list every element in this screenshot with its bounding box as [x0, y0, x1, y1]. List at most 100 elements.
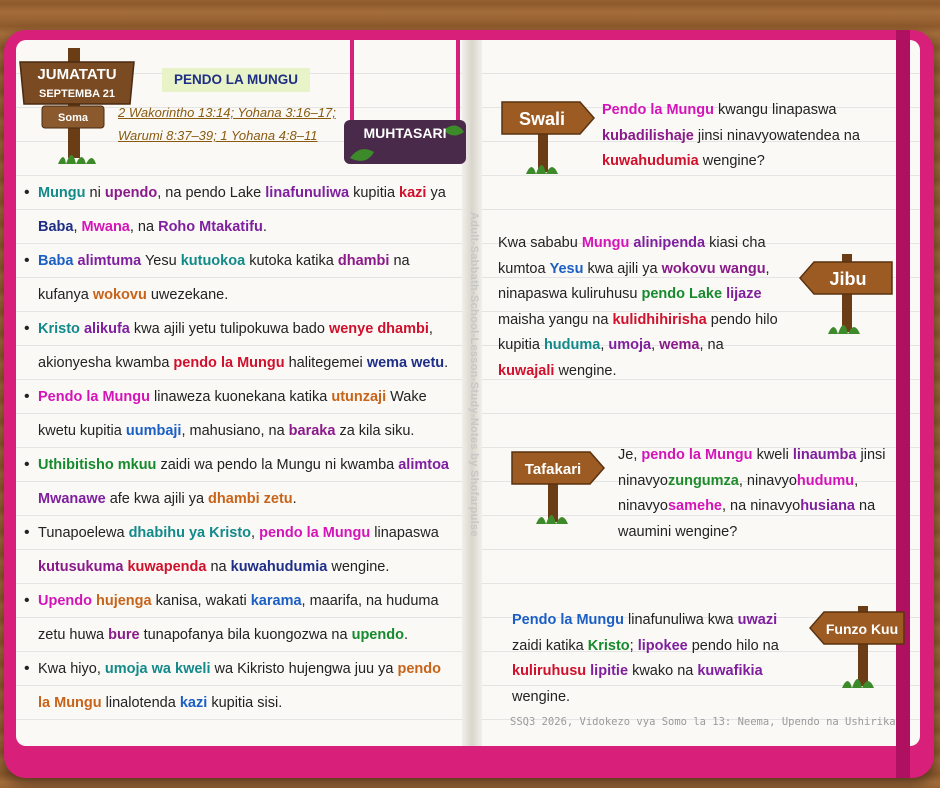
grass-icon	[526, 165, 558, 174]
text-segment: wokovu wangu	[661, 260, 766, 277]
text-segment: uwezekane.	[150, 287, 229, 303]
summary-bullet: Baba alimtuma Yesu kutuokoa kutoka katik…	[22, 244, 452, 312]
text-segment: linaweza kuonekana katika	[154, 389, 328, 405]
text-segment: , na pendo Lake	[157, 185, 262, 201]
text-segment: jinsi ninavyowatendea na	[697, 127, 860, 144]
reflection-text: Je, pendo la Mungu kweli linaumba jinsi …	[618, 443, 888, 545]
text-segment: za kila siku.	[339, 423, 415, 439]
text-segment: ,	[251, 525, 256, 541]
text-segment: kwako na	[632, 663, 694, 679]
text-segment: Tunapoelewa	[38, 525, 125, 541]
text-segment: ni	[89, 185, 101, 201]
summary-bullet: Pendo la Mungu linaweza kuonekana katika…	[22, 380, 452, 448]
text-segment: dhambi	[337, 253, 390, 269]
watermark: Adult-Sabbath-School-Lesson-Study-Notes …	[468, 212, 480, 537]
text-segment: Pendo la Mungu	[512, 612, 624, 628]
text-segment: upendo	[104, 185, 158, 201]
grass-icon	[828, 325, 860, 334]
text-segment: , na	[699, 337, 724, 353]
text-segment: dhambi zetu	[208, 491, 293, 507]
text-segment: pendo la Mungu	[641, 447, 753, 463]
text-segment: wema	[659, 337, 700, 353]
text-segment: Uthibitisho mkuu	[38, 457, 157, 473]
text-segment: husiana	[800, 498, 855, 514]
reflection-label: Tafakari	[525, 461, 581, 478]
text-segment: bure	[108, 627, 140, 643]
text-segment: pendo Lake	[641, 286, 723, 302]
text-segment: kutuokoa	[180, 253, 246, 269]
text-segment: Mwana	[81, 219, 130, 235]
summary-bullet: Tunapoelewa dhabihu ya Kristo, pendo la …	[22, 516, 452, 584]
text-segment: ,	[651, 337, 656, 353]
reflection-signpost: Tafakari	[511, 451, 605, 524]
text-segment: ,	[73, 219, 78, 235]
text-segment: Pendo la Mungu	[602, 102, 714, 118]
summary-bullet: Mungu ni upendo, na pendo Lake linafunul…	[22, 176, 452, 244]
grass-icon	[842, 679, 874, 688]
text-segment: , na ninavyo	[722, 498, 801, 514]
text-segment: Kristo	[38, 321, 80, 337]
text-segment: linalotenda	[105, 695, 176, 711]
text-segment: lipitie	[590, 663, 629, 679]
reference-line[interactable]: Warumi 8:37–39; 1 Yohana 4:8–11	[118, 128, 318, 143]
takeaway-signpost: Funzo Kuu	[809, 606, 905, 688]
answer-signpost: Jibu	[799, 254, 893, 334]
summary-bullet: Kwa hiyo, umoja wa kweli wa Kikristo huj…	[22, 652, 452, 720]
text-segment: ;	[629, 637, 634, 654]
text-segment: kutusukuma	[38, 559, 124, 575]
text-segment: .	[444, 355, 449, 371]
scripture-references[interactable]: 2 Wakorintho 13:14; Yohana 3:16–17; Waru…	[118, 101, 336, 147]
reference-line[interactable]: 2 Wakorintho 13:14; Yohana 3:16–17;	[118, 105, 336, 120]
text-segment: kazi	[179, 695, 208, 711]
text-segment: Yesu	[549, 260, 584, 277]
text-segment: dhabihu ya Kristo	[128, 525, 252, 541]
footer-caption: SSQ3 2026, Vidokezo vya Somo la 13: Neem…	[510, 716, 896, 728]
summary-bullet: Uthibitisho mkuu zaidi wa pendo la Mungu…	[22, 448, 452, 516]
text-segment: Mungu	[581, 235, 630, 251]
text-segment: Baba	[38, 219, 74, 235]
text-segment: pendo la Mungu	[259, 525, 371, 541]
text-segment: pendo hilo na	[691, 637, 779, 654]
text-segment: upendo	[351, 627, 404, 643]
summary-label: MUHTASARI	[364, 125, 447, 141]
text-segment: kuwapenda	[127, 559, 207, 575]
text-segment: , ninavyo	[738, 472, 797, 489]
text-segment: , mahusiano, na	[181, 423, 285, 439]
summary-bullet: Upendo hujenga kanisa, wakati karama, ma…	[22, 584, 452, 652]
question-text: Pendo la Mungu kwangu linapaswa kubadili…	[602, 98, 872, 175]
text-segment: alinipenda	[633, 235, 706, 251]
date-label: SEPTEMBA 21	[39, 88, 115, 100]
text-segment: zaidi wa pendo la Mungu ni kwamba	[160, 457, 395, 473]
text-segment: Roho Mtakatifu	[158, 219, 263, 235]
text-segment: maisha yangu na	[498, 311, 609, 328]
summary-bullets: Mungu ni upendo, na pendo Lake linafunul…	[22, 176, 452, 720]
text-segment: Baba	[38, 253, 74, 269]
text-segment: wema wetu	[366, 355, 445, 371]
text-segment: kuwahudumia	[602, 153, 699, 169]
text-segment: wa Kikristo hujengwa juu ya	[214, 661, 394, 677]
text-segment: kuwajali	[498, 362, 555, 379]
answer-label: Jibu	[829, 269, 866, 289]
text-segment: kuwahudumia	[230, 559, 328, 575]
text-segment: .	[403, 627, 408, 643]
summary-bullet: Kristo alikufa kwa ajili yetu tulipokuwa…	[22, 312, 452, 380]
text-segment: zungumza	[667, 472, 739, 489]
text-segment: .	[262, 219, 267, 235]
text-segment: kwa ajili ya	[587, 260, 658, 277]
text-segment: wengine.	[512, 688, 571, 705]
text-segment: karama	[250, 593, 302, 609]
takeaway-label: Funzo Kuu	[826, 621, 898, 637]
text-segment: kulidhihirisha	[612, 311, 707, 328]
text-segment: Yesu	[144, 253, 177, 269]
summary-sign: MUHTASARI	[344, 40, 466, 164]
takeaway-text: Pendo la Mungu linafunuliwa kwa uwazi za…	[512, 608, 796, 710]
text-segment: kupitia	[353, 185, 396, 201]
text-segment: wokovu	[92, 287, 147, 303]
day-label: JUMATATU	[37, 66, 116, 83]
text-segment: linafunuliwa kwa	[628, 612, 734, 628]
text-segment: linaumba	[792, 447, 857, 463]
answer-text: Kwa sababu Mungu alinipenda kiasi cha ku…	[498, 231, 784, 384]
text-segment: huduma	[543, 337, 601, 353]
text-segment: umoja	[608, 337, 652, 353]
text-segment: wengine.	[558, 362, 617, 379]
